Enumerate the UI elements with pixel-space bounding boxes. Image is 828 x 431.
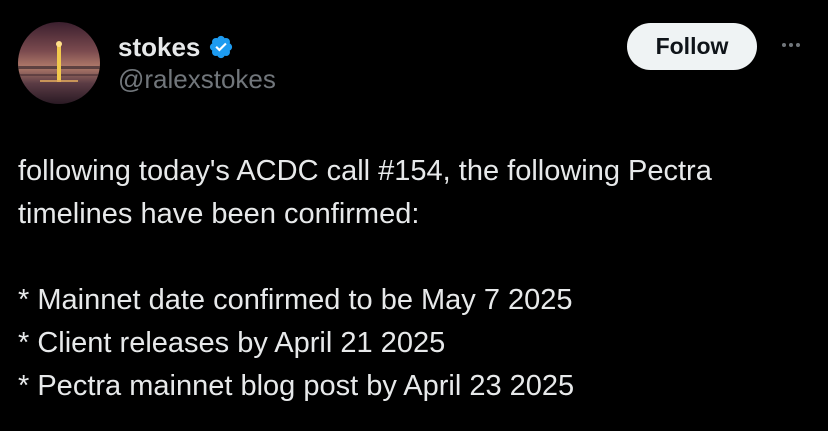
tweet-text-line: * Client releases by April 21 2025 (18, 327, 446, 359)
tweet-text-line: * Mainnet date confirmed to be May 7 202… (18, 284, 573, 316)
tweet-text-line: * Pectra mainnet blog post by April 23 2… (18, 370, 575, 402)
tweet-card: stokes @ralexstokes Follow following tod… (0, 0, 828, 431)
avatar[interactable] (18, 22, 100, 104)
tweet-text: following today's ACDC call #154, the fo… (18, 150, 818, 408)
avatar-image (18, 22, 100, 104)
dot (782, 43, 786, 47)
follow-button[interactable]: Follow (627, 23, 757, 70)
more-options-icon[interactable] (776, 35, 806, 55)
dot (796, 43, 800, 47)
dot (789, 43, 793, 47)
tweet-text-line: timelines have been confirmed: (18, 198, 420, 230)
author-name-row: stokes (118, 30, 234, 64)
tweet-text-line (18, 236, 818, 279)
author-handle[interactable]: @ralexstokes (118, 64, 276, 95)
tweet-text-line: following today's ACDC call #154, the fo… (18, 155, 712, 187)
verified-badge-icon (208, 34, 234, 60)
display-name[interactable]: stokes (118, 32, 200, 63)
